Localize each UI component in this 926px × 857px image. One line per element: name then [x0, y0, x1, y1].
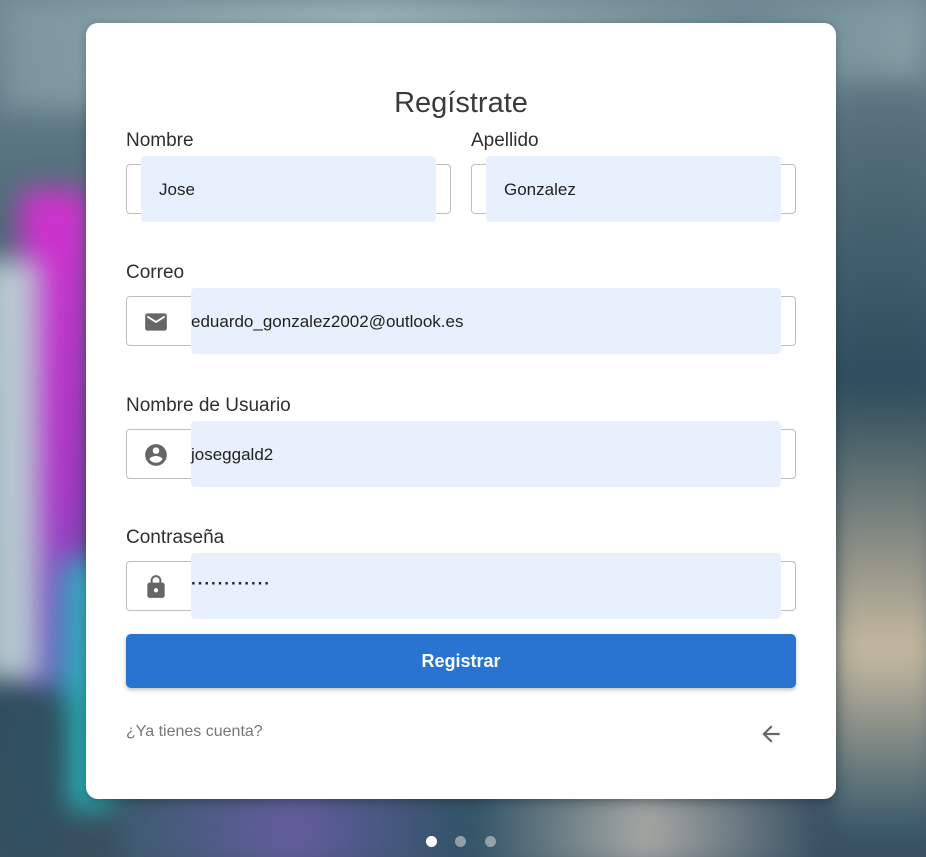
register-card: Regístrate Nombre Jose Apellido Gonzalez…: [86, 23, 836, 799]
email-label: Correo: [126, 262, 185, 283]
account-circle-icon: [145, 444, 167, 466]
email-value: eduardo_gonzalez2002@outlook.es: [191, 312, 464, 331]
password-field[interactable]: ············: [126, 553, 796, 619]
arrow-left-icon[interactable]: [758, 721, 784, 747]
carousel-dot-1[interactable]: [426, 836, 437, 847]
username-field[interactable]: joseggald2: [126, 421, 796, 487]
password-value: ············: [191, 574, 271, 593]
last-name-value: Gonzalez: [504, 180, 576, 199]
username-label: Nombre de Usuario: [126, 395, 291, 416]
page-title: Regístrate: [394, 87, 528, 119]
lock-icon: [147, 575, 165, 598]
password-label: Contraseña: [126, 527, 225, 548]
first-name-field[interactable]: Jose: [126, 156, 451, 222]
carousel-dots: [420, 835, 510, 849]
last-name-field[interactable]: Gonzalez: [471, 156, 796, 222]
carousel-dot-2[interactable]: [455, 836, 466, 847]
login-link[interactable]: ¿Ya tienes cuenta?: [126, 723, 263, 741]
first-name-value: Jose: [159, 180, 195, 199]
email-field[interactable]: eduardo_gonzalez2002@outlook.es: [126, 288, 796, 354]
register-button[interactable]: Registrar: [126, 634, 796, 688]
mail-icon: [145, 313, 167, 331]
last-name-label: Apellido: [471, 130, 539, 151]
username-value: joseggald2: [191, 445, 274, 464]
first-name-label: Nombre: [126, 130, 194, 151]
carousel-dot-3[interactable]: [485, 836, 496, 847]
